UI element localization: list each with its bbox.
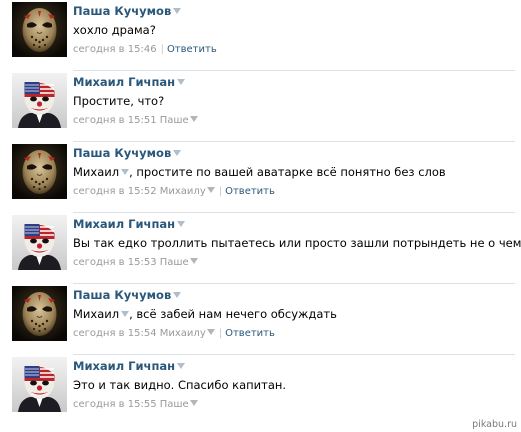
comment-meta: сегодня в 15:53 Паше xyxy=(73,257,198,269)
reply-to-link[interactable]: Паше xyxy=(160,115,189,126)
avatar[interactable] xyxy=(12,215,67,270)
jason-hockey-mask-avatar-icon xyxy=(12,144,67,199)
comment-meta: сегодня в 15:51 Паше xyxy=(73,115,198,127)
meta-divider: | xyxy=(218,186,223,197)
author-name[interactable]: Михаил Гичпан xyxy=(73,359,175,373)
comment-text: Вы так едко троллить пытаетесь или прост… xyxy=(73,236,521,250)
comment-meta: сегодня в 15:46 | Ответить xyxy=(73,44,217,56)
comment-text: Михаил , простите по вашей аватарке всё п… xyxy=(73,165,446,179)
comment-time[interactable]: сегодня в 15:54 xyxy=(73,328,157,339)
jason-hockey-mask-avatar-icon xyxy=(12,2,67,57)
author-menu-icon[interactable] xyxy=(173,8,182,14)
reply-button[interactable]: Ответить xyxy=(225,328,275,339)
author-name[interactable]: Паша Кучумов xyxy=(73,288,171,302)
reply-button[interactable]: Ответить xyxy=(167,44,217,55)
comment-text-body: , всё забей нам нечего обсуждать xyxy=(129,307,337,321)
meta-divider: | xyxy=(218,328,223,339)
mention-link[interactable]: Михаил xyxy=(73,307,119,321)
author-name[interactable]: Михаил Гичпан xyxy=(73,75,175,89)
comment: Паша Кучумов Михаил , простите по вашей а… xyxy=(0,142,521,213)
comment-time[interactable]: сегодня в 15:55 xyxy=(73,399,157,410)
author-menu-icon[interactable] xyxy=(177,79,186,85)
avatar[interactable] xyxy=(12,2,67,57)
author-name[interactable]: Паша Кучумов xyxy=(73,146,171,160)
dallas-clown-mask-avatar-icon xyxy=(12,215,67,270)
reply-to-link[interactable]: Михаилу xyxy=(160,328,206,339)
comment-text: Это и так видно. Спасибо капитан. xyxy=(73,378,287,392)
author-name[interactable]: Михаил Гичпан xyxy=(73,217,175,231)
comment-text-body: , простите по вашей аватарке всё понятно… xyxy=(129,165,446,179)
comment-author[interactable]: Михаил Гичпан xyxy=(73,217,186,231)
reply-button[interactable]: Ответить xyxy=(225,186,275,197)
reply-to-link[interactable]: Михаилу xyxy=(160,186,206,197)
comment-time[interactable]: сегодня в 15:53 xyxy=(73,257,157,268)
reply-to-link[interactable]: Паше xyxy=(160,257,189,268)
avatar[interactable] xyxy=(12,144,67,199)
reply-to-menu-icon[interactable] xyxy=(189,258,198,264)
author-menu-icon[interactable] xyxy=(177,363,186,369)
avatar[interactable] xyxy=(12,286,67,341)
comment-author[interactable]: Паша Кучумов xyxy=(73,4,182,18)
reply-to-menu-icon[interactable] xyxy=(189,400,198,406)
comment-text: хохло драма? xyxy=(73,23,156,37)
comment-text: Простите, что? xyxy=(73,94,165,108)
reply-to-menu-icon[interactable] xyxy=(189,116,198,122)
comment: Паша Кучумов хохло драма? сегодня в 15:4… xyxy=(0,0,521,71)
avatar[interactable] xyxy=(12,357,67,412)
reply-to-menu-icon[interactable] xyxy=(206,187,215,193)
comment-meta: сегодня в 15:52 Михаилу | Ответить xyxy=(73,186,275,198)
mention-menu-icon[interactable] xyxy=(121,311,130,317)
jason-hockey-mask-avatar-icon xyxy=(12,286,67,341)
meta-divider: | xyxy=(160,44,164,55)
avatar[interactable] xyxy=(12,73,67,128)
reply-to-link[interactable]: Паше xyxy=(160,399,189,410)
author-name[interactable]: Паша Кучумов xyxy=(73,4,171,18)
watermark: pikabu.ru xyxy=(472,419,517,430)
dallas-clown-mask-avatar-icon xyxy=(12,357,67,412)
dallas-clown-mask-avatar-icon xyxy=(12,73,67,128)
comment: Михаил Гичпан Вы так едко троллить пытае… xyxy=(0,213,521,284)
comment-time[interactable]: сегодня в 15:52 xyxy=(73,186,157,197)
comment-author[interactable]: Михаил Гичпан xyxy=(73,359,186,373)
mention-menu-icon[interactable] xyxy=(121,169,130,175)
author-menu-icon[interactable] xyxy=(173,150,182,156)
comment: Михаил Гичпан Это и так видно. Спасибо к… xyxy=(0,355,521,426)
comment-author[interactable]: Паша Кучумов xyxy=(73,146,182,160)
comment: Паша Кучумов Михаил , всё забей нам нечег… xyxy=(0,284,521,355)
comment-meta: сегодня в 15:54 Михаилу | Ответить xyxy=(73,328,275,340)
author-menu-icon[interactable] xyxy=(173,292,182,298)
reply-to-menu-icon[interactable] xyxy=(206,329,215,335)
comment-time[interactable]: сегодня в 15:51 xyxy=(73,115,157,126)
comment-text: Михаил , всё забей нам нечего обсуждать xyxy=(73,307,337,321)
comment-time[interactable]: сегодня в 15:46 xyxy=(73,44,157,55)
author-menu-icon[interactable] xyxy=(177,221,186,227)
comment-author[interactable]: Паша Кучумов xyxy=(73,288,182,302)
mention-link[interactable]: Михаил xyxy=(73,165,119,179)
comment: Михаил Гичпан Простите, что? сегодня в 1… xyxy=(0,71,521,142)
comment-meta: сегодня в 15:55 Паше xyxy=(73,399,198,411)
comment-author[interactable]: Михаил Гичпан xyxy=(73,75,186,89)
